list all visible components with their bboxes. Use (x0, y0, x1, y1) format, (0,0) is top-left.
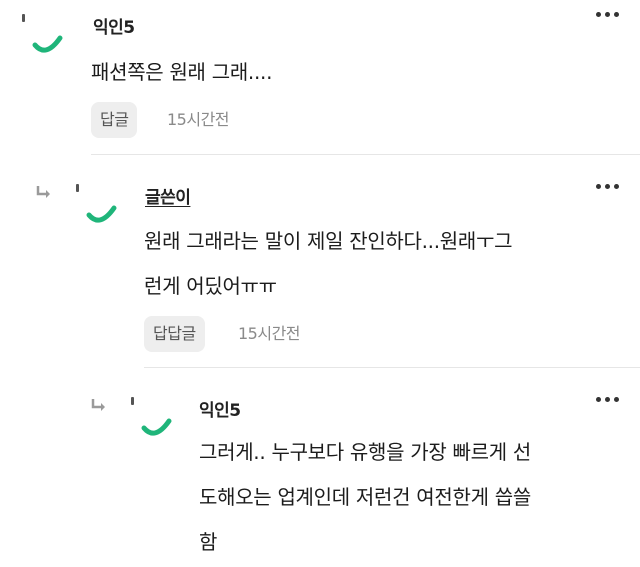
comment-time: 15시간전 (167, 110, 230, 129)
comment-text-line: 함 (199, 530, 218, 554)
comment-text-line: 도해오는 업계인데 저런건 여전한게 씁쓸 (199, 485, 531, 509)
more-options-icon[interactable] (596, 12, 620, 20)
avatar-arc-icon (86, 205, 117, 223)
comment-item: 익인5 그러게.. 누구보다 유행을 가장 빠르게 선 도해오는 업계인데 저런… (0, 369, 640, 567)
avatar-mark-icon (131, 397, 134, 405)
comment-author[interactable]: 익인5 (93, 13, 135, 38)
comment-item: 글쓴이 원래 그래라는 말이 제일 잔인하다...원래ㅜ그 런게 어딨어ㅠㅠ 답… (0, 156, 640, 368)
comment-item: 익인5 패션쪽은 원래 그래.... 답글 15시간전 (0, 0, 640, 155)
reply-arrow-icon (36, 186, 50, 198)
comment-text: 패션쪽은 원래 그래.... (91, 50, 581, 95)
avatar-arc-icon (141, 418, 172, 436)
avatar-mark-icon (76, 184, 79, 192)
more-options-icon[interactable] (596, 184, 620, 192)
avatar-mark-icon (22, 14, 25, 22)
comment-text: 원래 그래라는 말이 제일 잔인하다...원래ㅜ그 런게 어딨어ㅠㅠ (144, 219, 604, 309)
avatar[interactable] (131, 397, 175, 441)
divider (91, 154, 640, 155)
avatar[interactable] (22, 14, 66, 58)
avatar[interactable] (76, 184, 120, 228)
comment-text-line: 패션쪽은 원래 그래.... (91, 60, 273, 84)
divider (144, 367, 640, 368)
comment-text-line: 원래 그래라는 말이 제일 잔인하다...원래ㅜ그 (144, 229, 513, 253)
more-options-icon[interactable] (596, 397, 620, 405)
comment-time: 15시간전 (238, 324, 301, 343)
comment-author[interactable]: 익인5 (199, 396, 241, 421)
avatar-arc-icon (32, 35, 63, 53)
reply-button[interactable]: 답글 (91, 102, 138, 138)
comment-text-line: 런게 어딨어ㅠㅠ (144, 274, 277, 298)
comment-text: 그러게.. 누구보다 유행을 가장 빠르게 선 도해오는 업계인데 저런건 여전… (199, 430, 619, 565)
reply-arrow-icon (91, 399, 105, 411)
comment-text-line: 그러게.. 누구보다 유행을 가장 빠르게 선 (199, 440, 532, 464)
reply-button[interactable]: 답답글 (144, 316, 205, 352)
comment-author[interactable]: 글쓴이 (145, 183, 191, 208)
